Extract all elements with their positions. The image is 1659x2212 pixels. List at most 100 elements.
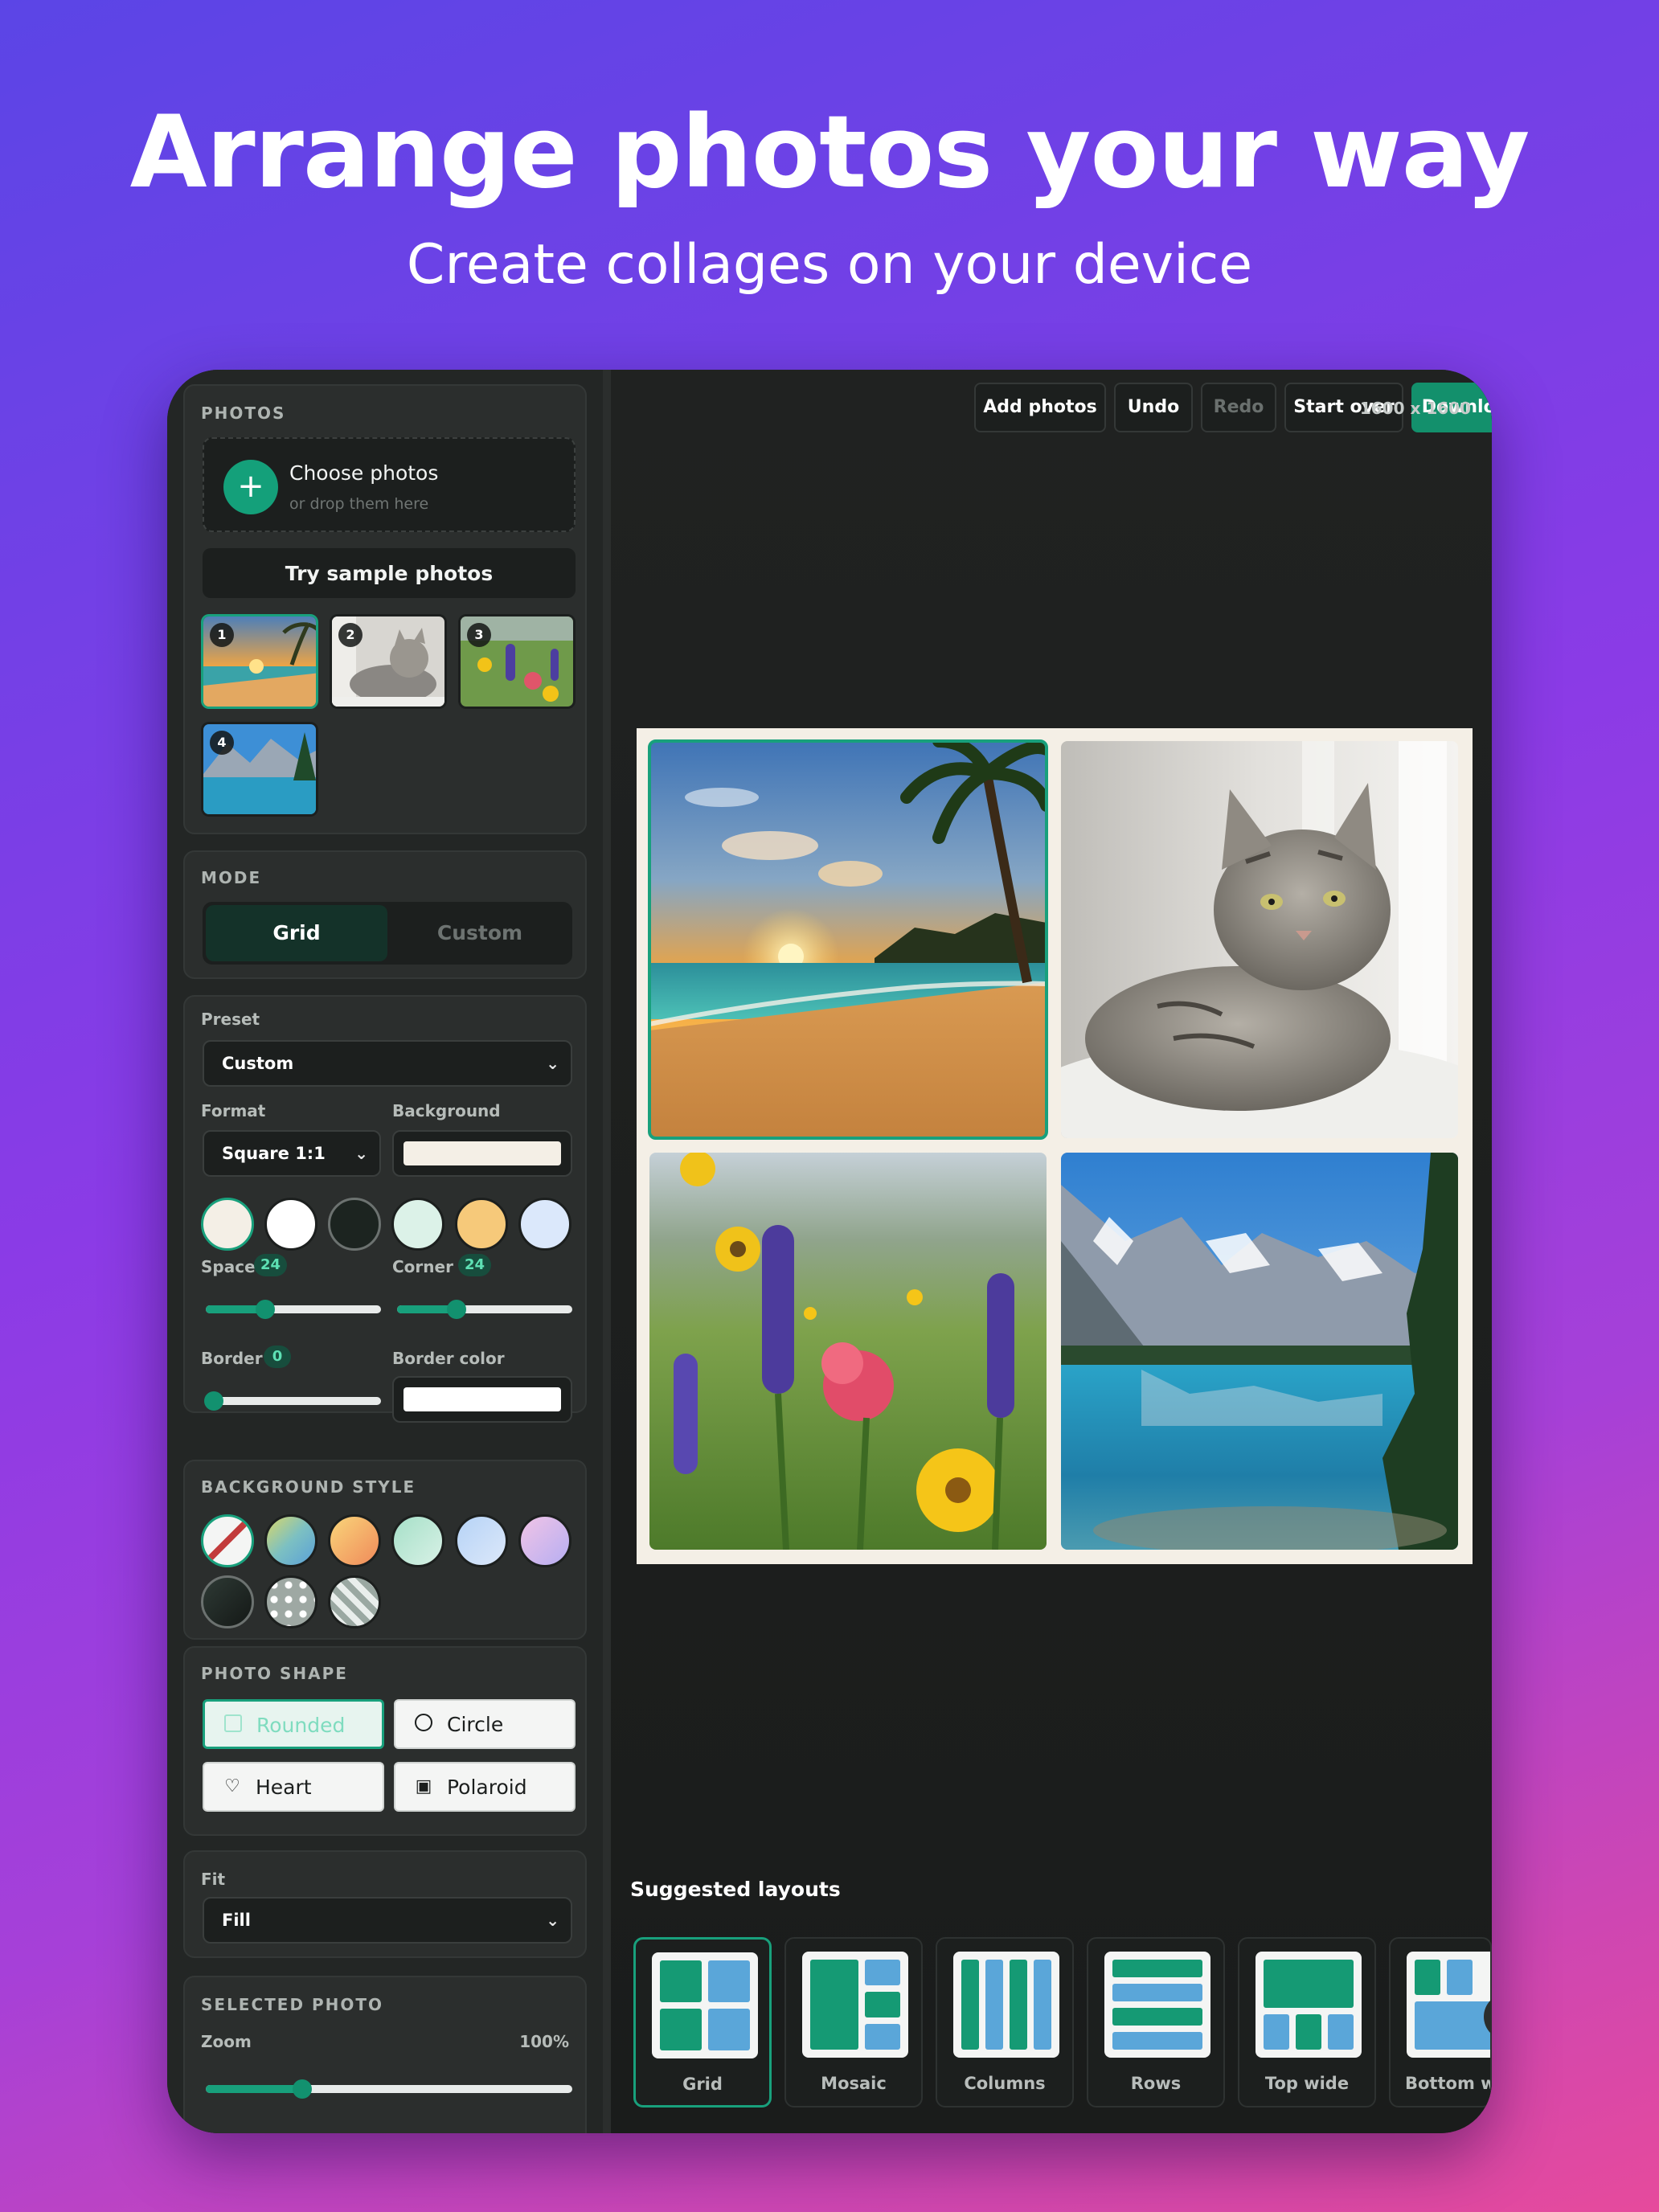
layout-label: Mosaic	[821, 2074, 887, 2093]
heart-icon: ♡	[224, 1776, 240, 1796]
photos-panel: PHOTOS + Choose photos or drop them here…	[183, 384, 587, 834]
layout-label: Grid	[682, 2075, 723, 2094]
layout-columns-preview	[953, 1952, 1059, 2058]
background-color-picker[interactable]	[392, 1130, 572, 1177]
layout-card-rows[interactable]: Rows	[1087, 1937, 1225, 2108]
shape-heart-label: Heart	[256, 1776, 312, 1799]
layout-card-columns[interactable]: Columns	[936, 1937, 1074, 2108]
background-style-mint-gradient[interactable]	[391, 1514, 444, 1567]
zoom-value: 100%	[519, 2032, 569, 2051]
space-slider[interactable]	[206, 1300, 381, 1319]
zoom-slider[interactable]	[206, 2079, 572, 2099]
border-color-picker[interactable]	[392, 1376, 572, 1423]
collage-canvas[interactable]	[637, 728, 1473, 1564]
editor-main: Add photos Undo Redo Start over Download…	[611, 370, 1492, 2133]
zoom-slider-handle[interactable]	[293, 2079, 312, 2099]
mountain-lake-photo	[1061, 1153, 1458, 1550]
layout-grid-preview	[652, 1952, 758, 2058]
chevron-down-icon: ⌄	[546, 1054, 559, 1073]
background-style-purple-gradient[interactable]	[518, 1514, 571, 1567]
color-swatch-cream[interactable]	[201, 1198, 254, 1251]
background-none-icon[interactable]	[201, 1514, 254, 1567]
shape-circle-button[interactable]: Circle	[394, 1699, 576, 1749]
add-plus-icon[interactable]: +	[223, 460, 278, 514]
photo-thumbnail-4[interactable]: 4	[201, 722, 318, 817]
photo-dropzone[interactable]: + Choose photos or drop them here	[203, 437, 576, 532]
canvas-dimensions: 1600 x 1600	[1359, 399, 1471, 418]
dropzone-title: Choose photos	[289, 461, 439, 485]
photo-thumbnail-1[interactable]: 1	[201, 614, 318, 709]
mode-custom-button[interactable]: Custom	[389, 905, 571, 961]
corner-slider-handle[interactable]	[447, 1300, 466, 1319]
background-label: Background	[392, 1101, 501, 1120]
fit-select[interactable]: Fill ⌄	[203, 1897, 572, 1944]
polaroid-icon: ▣	[415, 1776, 432, 1796]
settings-panel: Preset Custom ⌄ Format Background Square…	[183, 995, 587, 1423]
hero-subtitle: Create collages on your device	[406, 233, 1253, 297]
preset-value: Custom	[222, 1054, 294, 1073]
layout-bottom-wide-preview	[1407, 1952, 1490, 2058]
layout-label: Bottom w	[1405, 2074, 1492, 2093]
collage-cell-mountain-lake[interactable]	[1061, 1153, 1458, 1550]
mode-section-title: MODE	[201, 868, 262, 887]
shape-rounded-button[interactable]: Rounded	[203, 1699, 384, 1749]
border-slider[interactable]	[204, 1391, 381, 1411]
collage-cell-wildflowers[interactable]	[649, 1153, 1047, 1550]
suggested-layouts-title: Suggested layouts	[630, 1878, 841, 1901]
color-swatch-white[interactable]	[264, 1198, 317, 1251]
format-label: Format	[201, 1101, 266, 1120]
shape-polaroid-button[interactable]: ▣ Polaroid	[394, 1762, 576, 1812]
layout-label: Columns	[964, 2074, 1046, 2093]
photo-thumbnail-3[interactable]: 3	[458, 614, 576, 709]
fit-value: Fill	[222, 1911, 251, 1930]
layout-rows-preview	[1104, 1952, 1210, 2058]
selected-photo-panel: SELECTED PHOTO Zoom 100%	[183, 1976, 587, 2133]
background-color-fill	[403, 1141, 561, 1165]
chevron-down-icon: ⌄	[354, 1144, 368, 1163]
mode-toggle: Grid Custom	[203, 902, 572, 965]
collage-cell-beach-sunset[interactable]	[648, 739, 1048, 1140]
format-select[interactable]: Square 1:1 ⌄	[203, 1130, 381, 1177]
circle-icon	[413, 1714, 434, 1735]
corner-slider[interactable]	[397, 1300, 572, 1319]
background-style-green-yellow-gradient[interactable]	[264, 1514, 317, 1567]
layout-label: Rows	[1130, 2074, 1182, 2093]
add-photos-button[interactable]: Add photos	[974, 383, 1106, 432]
redo-button[interactable]: Redo	[1201, 383, 1276, 432]
layout-card-mosaic[interactable]: Mosaic	[784, 1937, 923, 2108]
beach-sunset-photo	[649, 741, 1047, 1138]
try-sample-photos-button[interactable]: Try sample photos	[203, 548, 576, 598]
wildflowers-photo	[649, 1153, 1047, 1550]
color-swatch-peach[interactable]	[455, 1198, 508, 1251]
background-style-section-title: BACKGROUND STYLE	[201, 1477, 416, 1497]
shape-heart-button[interactable]: ♡ Heart	[203, 1762, 384, 1812]
color-swatch-blue[interactable]	[518, 1198, 571, 1251]
undo-button[interactable]: Undo	[1114, 383, 1193, 432]
mode-grid-button[interactable]: Grid	[206, 905, 387, 961]
photo-thumbnail-2[interactable]: 2	[330, 614, 447, 709]
color-swatch-mint[interactable]	[391, 1198, 444, 1251]
border-slider-handle[interactable]	[204, 1391, 223, 1411]
space-slider-handle[interactable]	[256, 1300, 275, 1319]
shape-circle-label: Circle	[447, 1713, 504, 1736]
rounded-square-icon	[223, 1714, 244, 1735]
layout-card-grid[interactable]: Grid	[633, 1937, 772, 2108]
thumbnail-number: 4	[210, 731, 234, 755]
border-color-fill	[403, 1387, 561, 1411]
background-style-panel: BACKGROUND STYLE	[183, 1460, 587, 1640]
background-style-blue-gradient[interactable]	[455, 1514, 508, 1567]
thumbnail-number: 1	[210, 623, 234, 647]
background-style-stripes-pattern[interactable]	[328, 1575, 381, 1628]
color-swatch-dark[interactable]	[328, 1198, 381, 1251]
preset-select[interactable]: Custom ⌄	[203, 1040, 572, 1087]
layout-label: Top wide	[1264, 2074, 1350, 2093]
dropzone-subtitle: or drop them here	[289, 495, 429, 513]
background-style-orange-gradient[interactable]	[328, 1514, 381, 1567]
background-style-dark-gradient[interactable]	[201, 1575, 254, 1628]
sidebar-divider	[603, 370, 611, 2133]
background-style-dots-pattern[interactable]	[264, 1575, 317, 1628]
app-window: PHOTOS + Choose photos or drop them here…	[167, 370, 1492, 2133]
collage-cell-cat[interactable]	[1061, 741, 1458, 1138]
layout-card-top-wide[interactable]: Top wide	[1238, 1937, 1376, 2108]
layout-card-bottom-wide[interactable]: Bottom w	[1389, 1937, 1492, 2108]
